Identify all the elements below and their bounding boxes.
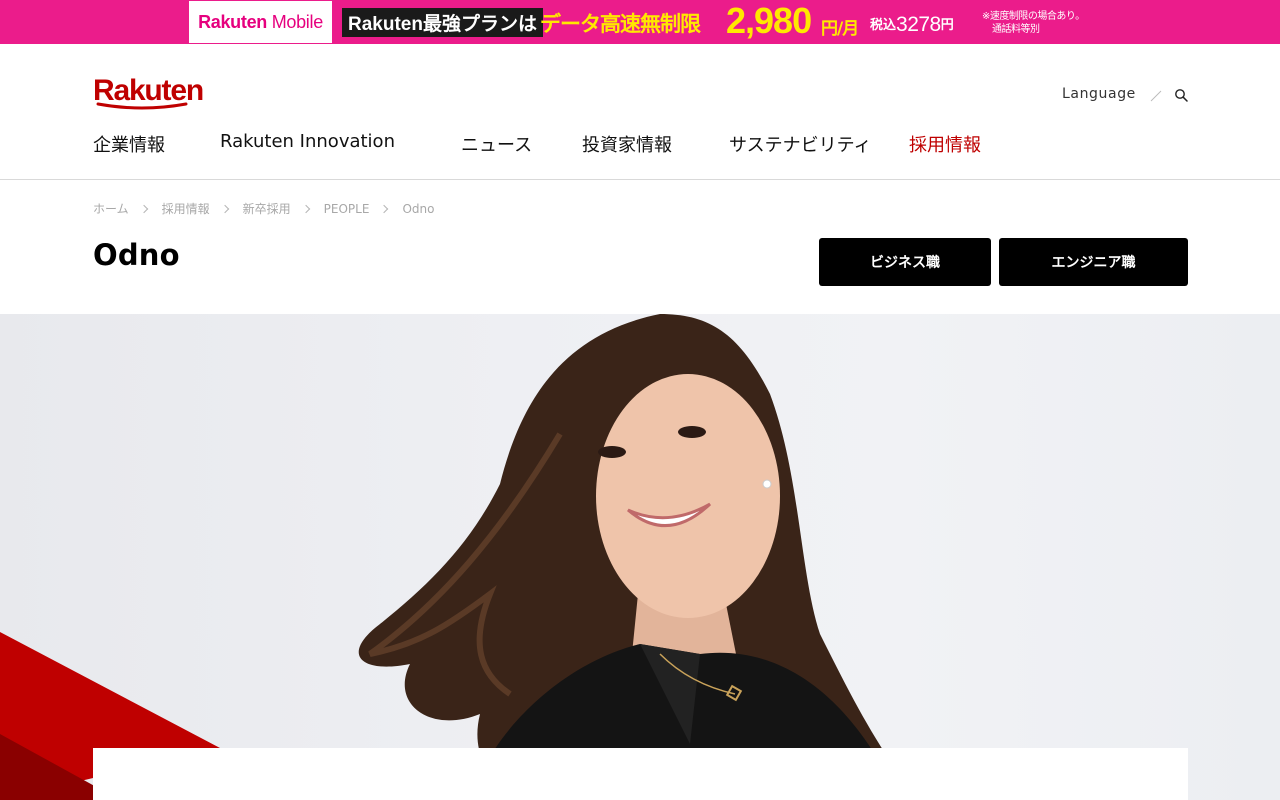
content-card (93, 748, 1188, 800)
breadcrumb-current: Odno (402, 201, 435, 216)
nav-item-innovation[interactable]: Rakuten Innovation (220, 131, 395, 152)
nav-item-news[interactable]: ニュース (461, 131, 532, 157)
search-icon[interactable] (1174, 88, 1188, 102)
promo-plan-text: Rakuten最強プランは (342, 8, 543, 37)
chevron-right-icon (380, 204, 389, 213)
promo-tax-amount: 3278 (896, 13, 941, 36)
promo-price-unit: 円/月 (821, 19, 859, 39)
nav-item-investors[interactable]: 投資家情報 (582, 131, 672, 157)
chevron-right-icon (220, 204, 229, 213)
hero-section (0, 314, 1280, 800)
breadcrumb-new-grad[interactable]: 新卒採用 (243, 200, 291, 217)
breadcrumb: ホーム 採用情報 新卒採用 PEOPLE Odno (93, 200, 434, 217)
slash-divider-icon (1150, 90, 1162, 102)
promo-tax-unit: 円 (940, 18, 954, 33)
portrait-photo (0, 314, 921, 800)
breadcrumb-home[interactable]: ホーム (93, 200, 129, 217)
promo-price: 2,980 (726, 0, 812, 41)
engineer-role-button[interactable]: エンジニア職 (999, 238, 1188, 286)
business-role-button[interactable]: ビジネス職 (819, 238, 991, 286)
page-title: Odno (93, 238, 180, 272)
promo-logo-product: Mobile (271, 11, 324, 32)
promo-tax-label: 税込 (870, 18, 897, 33)
promo-tax-price: 税込3278円 (870, 13, 954, 37)
logo-swoosh-icon (96, 102, 188, 110)
promo-note: ※速度制限の場合あり。 通話料等別 (982, 10, 1085, 36)
breadcrumb-people[interactable]: PEOPLE (324, 202, 370, 216)
rakuten-mobile-logo: Rakuten Mobile (189, 1, 332, 43)
language-link[interactable]: Language (1062, 86, 1136, 102)
nav-item-sustainability[interactable]: サステナビリティ (729, 131, 872, 157)
promo-data-text: データ高速無制限 (540, 12, 701, 36)
promo-note-line1: ※速度制限の場合あり。 (982, 11, 1085, 22)
chevron-right-icon (301, 204, 310, 213)
nav-item-careers[interactable]: 採用情報 (909, 131, 981, 157)
header-divider (0, 179, 1280, 180)
chevron-right-icon (139, 204, 148, 213)
promo-banner[interactable]: Rakuten Mobile Rakuten最強プランは データ高速無制限 2,… (0, 0, 1280, 44)
promo-logo-brand: Rakuten (198, 11, 267, 32)
promo-note-line2: 通話料等別 (992, 24, 1040, 35)
breadcrumb-careers[interactable]: 採用情報 (162, 200, 210, 217)
nav-item-corporate[interactable]: 企業情報 (93, 131, 165, 157)
